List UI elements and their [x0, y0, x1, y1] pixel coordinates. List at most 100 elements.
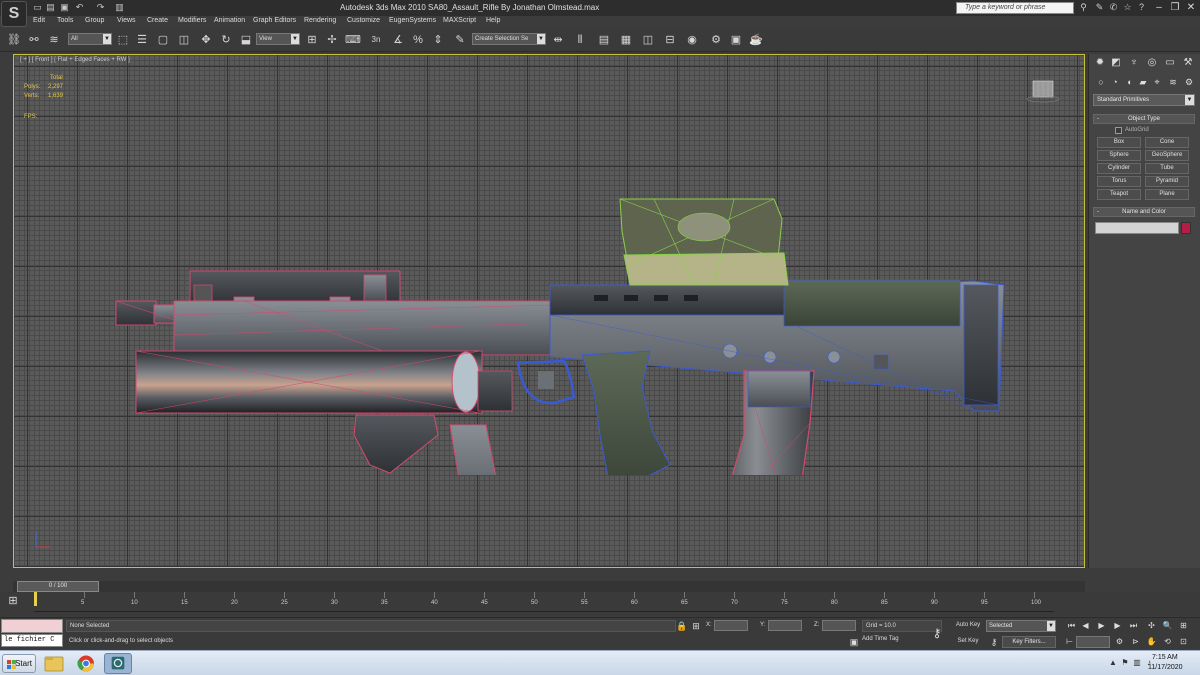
lights-icon[interactable]: ◖	[1123, 76, 1135, 88]
search-input[interactable]: Type a keyword or phrase	[956, 2, 1074, 14]
rotate-icon[interactable]: ↻	[218, 32, 234, 48]
cylinder-button[interactable]: Cylinder	[1097, 163, 1141, 174]
geosphere-button[interactable]: GeoSphere	[1145, 150, 1189, 161]
viewport-label[interactable]: [ + ] [ Front ] [ Flat + Edged Faces + R…	[20, 57, 130, 63]
helpers-icon[interactable]: ⌖	[1151, 76, 1163, 88]
pan-view-icon[interactable]: ✋	[1146, 636, 1157, 647]
menu-customize[interactable]: Customize	[347, 17, 380, 24]
pyramid-button[interactable]: Pyramid	[1145, 176, 1189, 187]
mini-curve-editor-icon[interactable]: ⊞	[6, 594, 20, 608]
application-button[interactable]: S	[1, 1, 27, 27]
autogrid-checkbox[interactable]	[1115, 127, 1122, 134]
key-mode-dropdown[interactable]: Selected ▼	[986, 620, 1056, 632]
menu-graph-editors[interactable]: Graph Editors	[253, 17, 296, 24]
select-object-icon[interactable]: ⬚	[115, 32, 131, 48]
binoculars-icon[interactable]: ⚲	[1078, 2, 1089, 13]
cone-button[interactable]: Cone	[1145, 137, 1189, 148]
frame-ruler[interactable]: 5 10 15 20 25 30 35 40 45 50 55 60 65 70 75 80 85 90 95 100	[34, 592, 1054, 612]
create-tab-icon[interactable]: ✹	[1093, 56, 1107, 70]
time-slider-thumb[interactable]: 0 / 100	[17, 581, 99, 592]
new-file-icon[interactable]: ▭	[32, 2, 43, 13]
viewcube-icon[interactable]	[1026, 77, 1060, 105]
box-button[interactable]: Box	[1097, 137, 1141, 148]
move-icon[interactable]: ✥	[198, 32, 214, 48]
display-tab-icon[interactable]: ▭	[1163, 56, 1177, 70]
key-filters-button[interactable]: Key Filters...	[1002, 636, 1056, 648]
tube-button[interactable]: Tube	[1145, 163, 1189, 174]
action-center-flag-icon[interactable]: ⚑	[1120, 658, 1130, 668]
scale-icon[interactable]: ⬓	[238, 32, 254, 48]
menu-eugensystems[interactable]: EugenSystems	[389, 17, 436, 24]
save-file-icon[interactable]: ▣	[59, 2, 70, 13]
menu-modifiers[interactable]: Modifiers	[178, 17, 206, 24]
menu-views[interactable]: Views	[117, 17, 136, 24]
previous-frame-icon[interactable]: ◀	[1080, 620, 1091, 631]
menu-tools[interactable]: Tools	[57, 17, 73, 24]
help-icon[interactable]: ?	[1136, 2, 1147, 13]
maxscript-mini-listener[interactable]	[1, 619, 63, 633]
torus-button[interactable]: Torus	[1097, 176, 1141, 187]
redo-icon[interactable]: ↷	[95, 2, 106, 13]
front-viewport[interactable]: [ + ] [ Front ] [ Flat + Edged Faces + R…	[13, 54, 1085, 568]
zoom-extents-icon[interactable]: ✣	[1146, 620, 1157, 631]
assault-rifle-model[interactable]	[94, 135, 1014, 475]
select-and-link-icon[interactable]: ⛓	[6, 32, 22, 48]
teapot-button[interactable]: Teapot	[1097, 189, 1141, 200]
start-button[interactable]: Start	[2, 654, 36, 673]
geometry-icon[interactable]: ○	[1095, 76, 1107, 88]
modify-tab-icon[interactable]: ◩	[1109, 56, 1123, 70]
undo-icon[interactable]: ↶	[74, 2, 85, 13]
named-selection-dropdown[interactable]: Create Selection Se ▼	[472, 33, 546, 45]
key-mode-icon[interactable]: ⚷	[988, 636, 1000, 648]
curve-editor-icon[interactable]: ◫	[640, 32, 656, 48]
plane-button[interactable]: Plane	[1145, 189, 1189, 200]
y-coordinate-field[interactable]	[768, 620, 802, 631]
window-crossing-icon[interactable]: ◫	[176, 32, 192, 48]
material-editor-icon[interactable]: ◉	[684, 32, 700, 48]
time-configuration-icon[interactable]: ⚙	[1114, 636, 1125, 647]
communication-center-icon[interactable]: ✆	[1108, 2, 1119, 13]
selection-filter-dropdown[interactable]: All ▼	[68, 33, 112, 45]
shapes-icon[interactable]: ◔	[1109, 76, 1121, 88]
rectangular-selection-icon[interactable]: ▢	[155, 32, 171, 48]
menu-animation[interactable]: Animation	[214, 17, 245, 24]
network-icon[interactable]: ▥	[1132, 658, 1142, 668]
chrome-browser-icon[interactable]	[72, 653, 100, 674]
orbit-icon[interactable]: ⟲	[1162, 636, 1173, 647]
sphere-button[interactable]: Sphere	[1097, 150, 1141, 161]
schematic-view-icon[interactable]: ⊟	[662, 32, 678, 48]
hierarchy-tab-icon[interactable]: ♆	[1127, 56, 1141, 70]
menu-edit[interactable]: Edit	[33, 17, 45, 24]
cameras-icon[interactable]: ▰	[1137, 76, 1149, 88]
unlink-selection-icon[interactable]: ⚯	[26, 32, 42, 48]
mirror-icon[interactable]: ⇹	[550, 32, 566, 48]
go-to-start-icon[interactable]: ⏮	[1066, 620, 1077, 631]
key-mode-toggle-icon[interactable]: ⊢	[1064, 636, 1075, 647]
x-coordinate-field[interactable]	[714, 620, 748, 631]
edit-named-selection-icon[interactable]: ✎	[452, 32, 468, 48]
current-frame-field[interactable]	[1076, 636, 1110, 648]
current-frame-marker[interactable]	[34, 592, 37, 606]
rendered-frame-window-icon[interactable]: ▣	[728, 32, 744, 48]
select-by-name-icon[interactable]: ☰	[134, 32, 150, 48]
snaps-toggle-icon[interactable]: 3n	[368, 32, 384, 48]
align-icon[interactable]: ⫴	[572, 32, 588, 48]
bind-to-space-warp-icon[interactable]: ≋	[46, 32, 62, 48]
object-color-swatch[interactable]	[1181, 222, 1191, 234]
3ds-max-taskbar-icon[interactable]	[104, 653, 132, 674]
minimize-button[interactable]: –	[1152, 1, 1166, 14]
auto-key-button[interactable]: Auto Key	[952, 620, 984, 632]
utilities-tab-icon[interactable]: ⚒	[1181, 56, 1195, 70]
project-folder-icon[interactable]: ▥	[114, 2, 125, 13]
menu-help[interactable]: Help	[486, 17, 500, 24]
layer-manager-icon[interactable]: ▤	[596, 32, 612, 48]
absolute-mode-icon[interactable]: ⊞	[690, 620, 702, 632]
space-warps-icon[interactable]: ≋	[1167, 76, 1179, 88]
favorites-icon[interactable]: ☆	[1122, 2, 1133, 13]
zoom-extents-all-icon[interactable]: ⊞	[1178, 620, 1189, 631]
systems-icon[interactable]: ⚙	[1183, 76, 1195, 88]
object-type-rollout[interactable]: - Object Type	[1093, 114, 1195, 124]
maximize-viewport-icon[interactable]: ⊡	[1178, 636, 1189, 647]
go-to-end-icon[interactable]: ⏭	[1128, 620, 1139, 631]
object-category-dropdown[interactable]: Standard Primitives ▼	[1093, 94, 1195, 106]
